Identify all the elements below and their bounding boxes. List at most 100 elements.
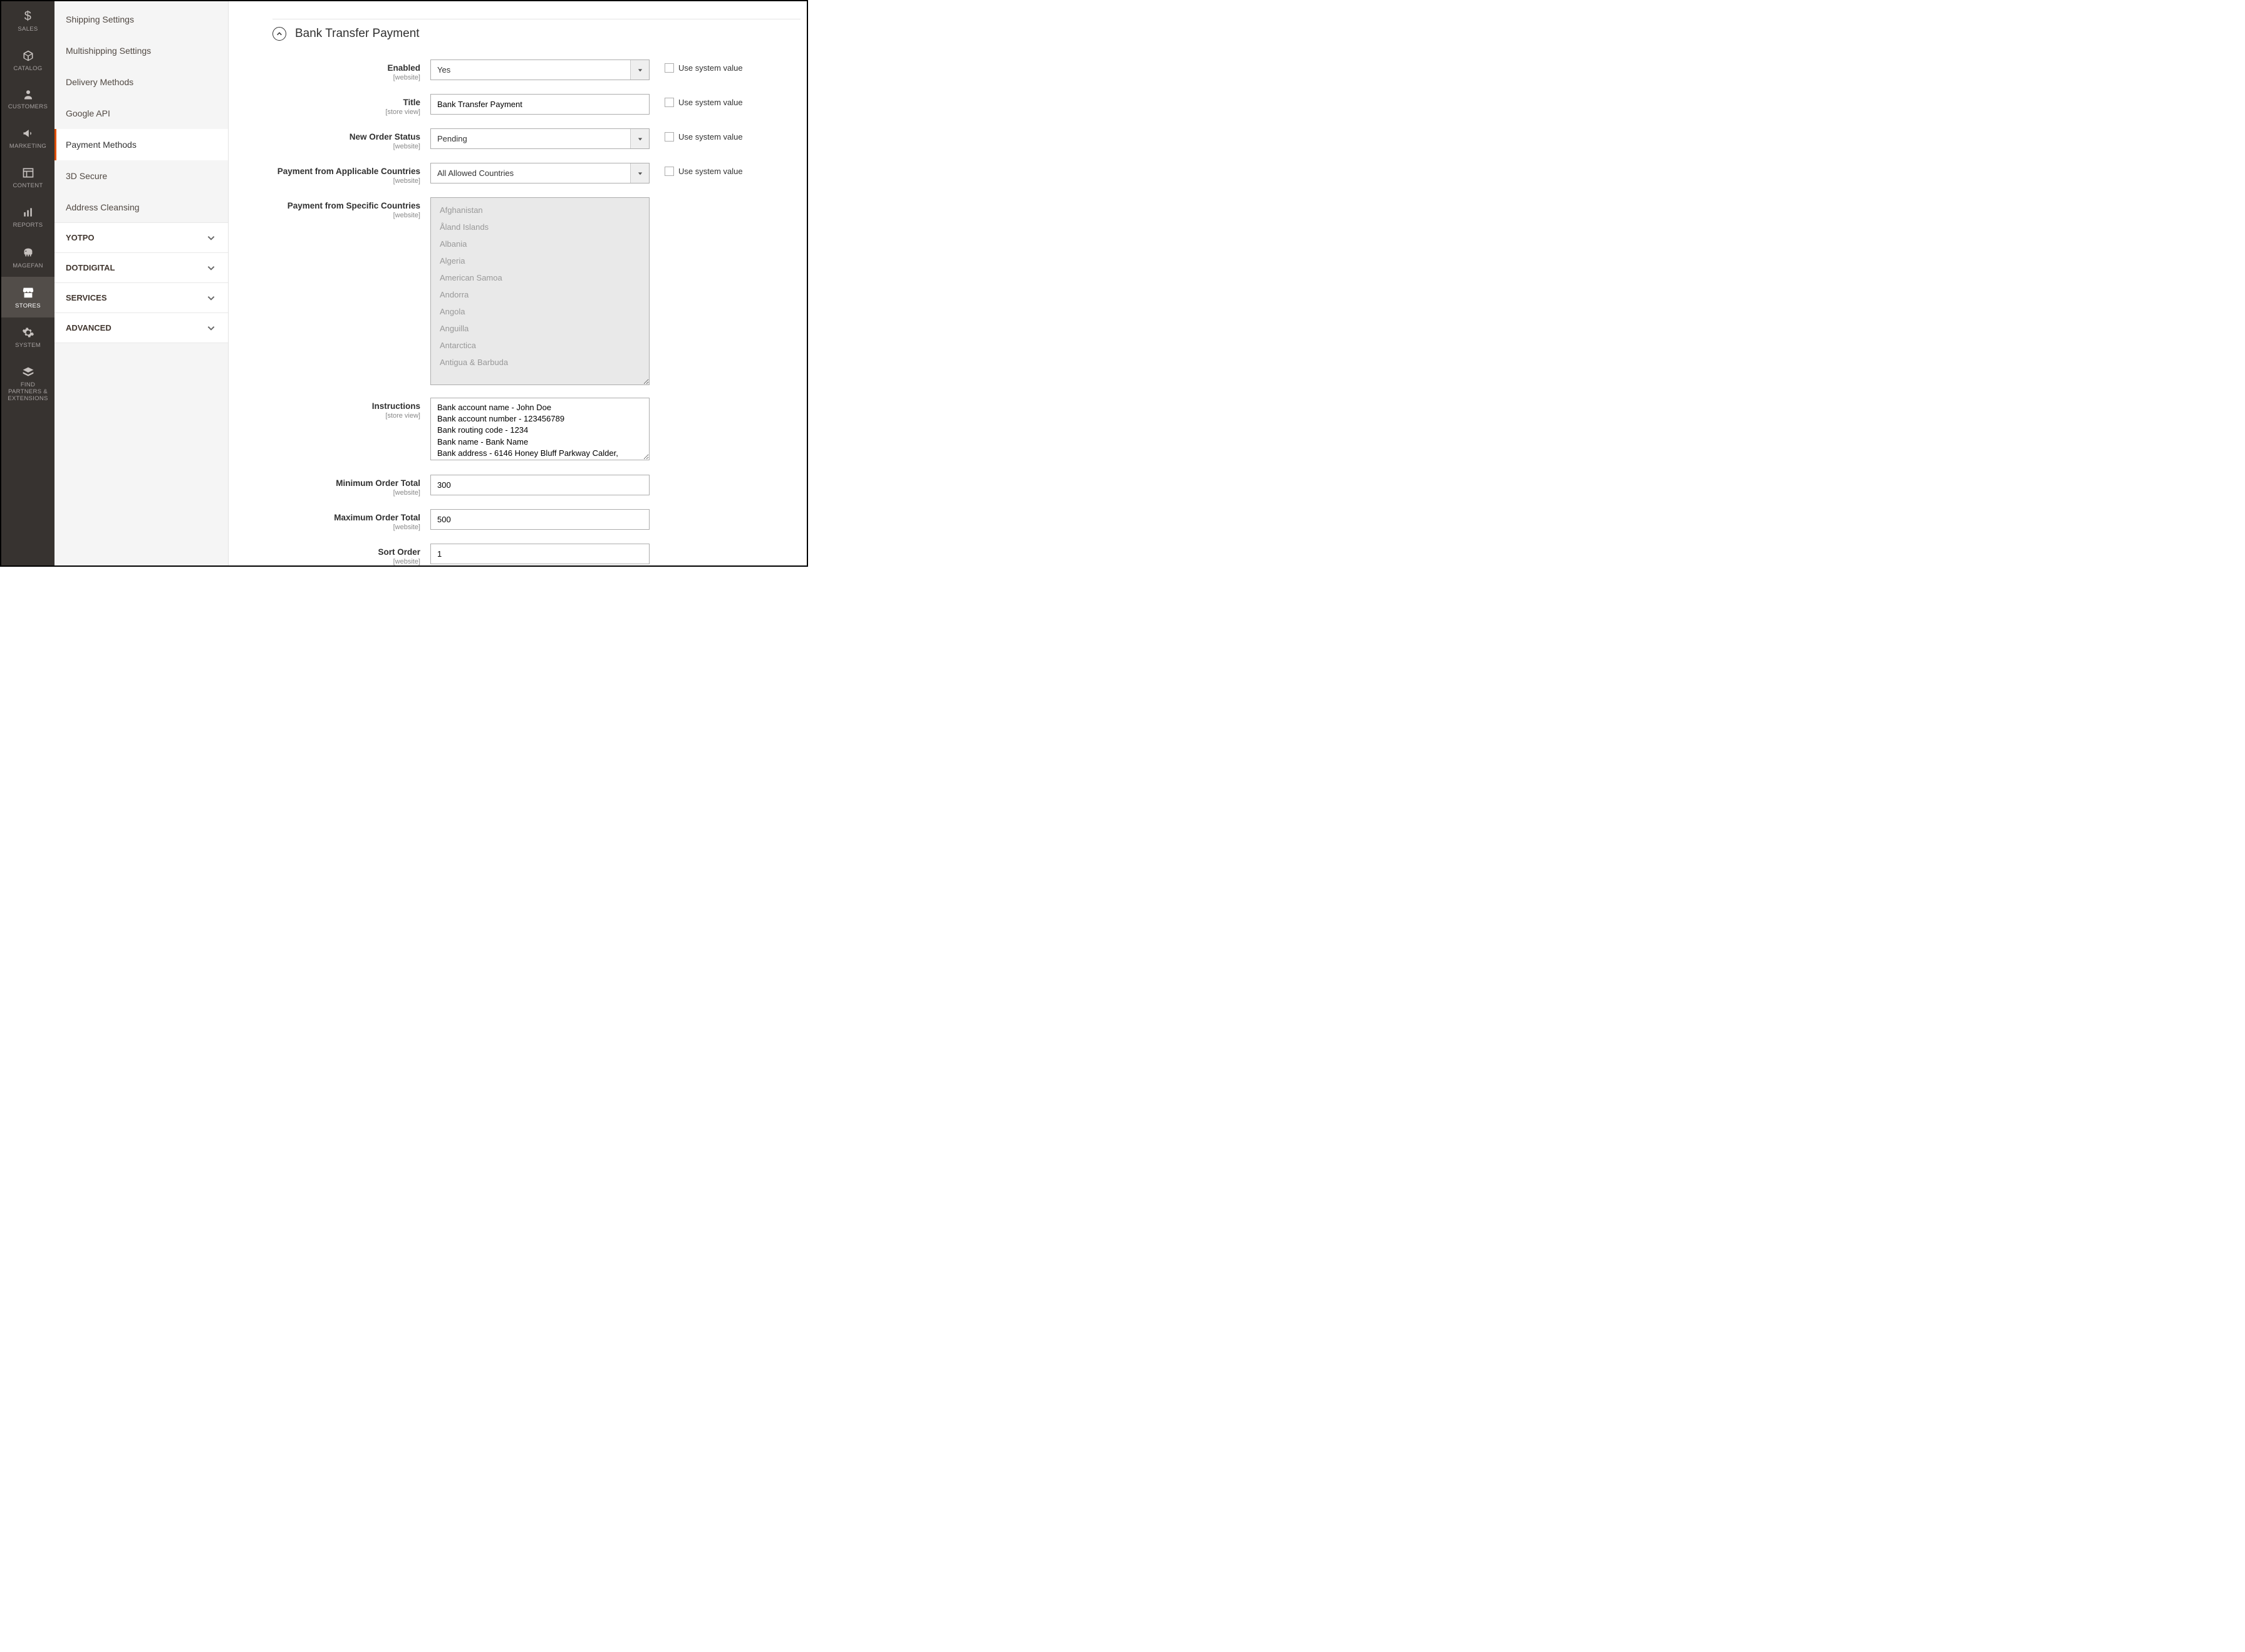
menu-address-cleansing[interactable]: Address Cleansing xyxy=(54,192,228,223)
field-max-order-total: Maximum Order Total [website] xyxy=(272,509,801,531)
min-order-input[interactable] xyxy=(430,475,650,495)
nav-label: MARKETING xyxy=(9,143,46,150)
field-scope: [website] xyxy=(272,212,420,219)
group-label: ADVANCED xyxy=(66,323,111,333)
field-scope: [website] xyxy=(272,177,420,185)
menu-multishipping-settings[interactable]: Multishipping Settings xyxy=(54,35,228,66)
nav-label: STORES xyxy=(15,303,41,310)
checkbox-icon xyxy=(665,132,674,142)
new-order-status-select[interactable]: Pending xyxy=(430,128,650,149)
field-label: Instructions xyxy=(272,401,420,411)
field-instructions: Instructions [store view] xyxy=(272,398,801,462)
country-option[interactable]: Albania xyxy=(431,235,649,252)
config-sidebar: Shipping Settings Multishipping Settings… xyxy=(54,1,229,565)
nav-label: FIND PARTNERS & EXTENSIONS xyxy=(4,382,52,403)
field-scope: [store view] xyxy=(272,108,420,116)
menu-3d-secure[interactable]: 3D Secure xyxy=(54,160,228,192)
use-system-value-checkbox[interactable]: Use system value xyxy=(665,132,743,142)
group-label: YOTPO xyxy=(66,233,95,242)
menu-delivery-methods[interactable]: Delivery Methods xyxy=(54,66,228,98)
nav-stores[interactable]: STORES xyxy=(1,277,54,317)
menu-shipping-settings[interactable]: Shipping Settings xyxy=(54,4,228,35)
bars-icon xyxy=(22,206,34,219)
field-scope: [website] xyxy=(272,74,420,81)
select-value: Yes xyxy=(431,65,630,75)
use-system-value-checkbox[interactable]: Use system value xyxy=(665,98,743,107)
specific-countries-multiselect[interactable]: AfghanistanÅland IslandsAlbaniaAlgeriaAm… xyxy=(430,197,650,385)
menu-google-api[interactable]: Google API xyxy=(54,98,228,129)
nav-content[interactable]: CONTENT xyxy=(1,158,54,197)
nav-find-partners[interactable]: FIND PARTNERS & EXTENSIONS xyxy=(1,357,54,410)
group-dotdigital[interactable]: DOTDIGITAL xyxy=(54,252,228,283)
nav-reports[interactable]: REPORTS xyxy=(1,197,54,237)
field-title: Title [store view] Use system value xyxy=(272,94,801,116)
field-scope: [website] xyxy=(272,524,420,531)
select-value: All Allowed Countries xyxy=(431,168,630,178)
country-option[interactable]: Åland Islands xyxy=(431,219,649,235)
dropdown-arrow-icon xyxy=(630,129,649,148)
field-enabled: Enabled [website] Yes Use system value xyxy=(272,59,801,81)
nav-label: SYSTEM xyxy=(15,343,41,349)
field-label: Maximum Order Total xyxy=(272,513,420,522)
chevron-down-icon xyxy=(207,294,215,302)
field-scope: [store view] xyxy=(272,412,420,420)
nav-label: CONTENT xyxy=(13,183,43,190)
instructions-textarea[interactable] xyxy=(430,398,650,460)
country-option[interactable]: Antigua & Barbuda xyxy=(431,354,649,371)
field-specific-countries: Payment from Specific Countries [website… xyxy=(272,197,801,385)
collapse-toggle[interactable] xyxy=(272,27,286,41)
nav-system[interactable]: SYSTEM xyxy=(1,317,54,357)
nav-label: CATALOG xyxy=(13,66,42,73)
nav-marketing[interactable]: MARKETING xyxy=(1,118,54,158)
group-yotpo[interactable]: YOTPO xyxy=(54,222,228,253)
country-option[interactable]: American Samoa xyxy=(431,269,649,286)
admin-nav: $ SALES CATALOG CUSTOMERS MARKETING CONT… xyxy=(1,1,54,565)
chevron-down-icon xyxy=(207,264,215,272)
field-label: New Order Status xyxy=(272,132,420,142)
country-option[interactable]: Anguilla xyxy=(431,320,649,337)
field-label: Payment from Specific Countries xyxy=(272,201,420,210)
sort-order-input[interactable] xyxy=(430,544,650,564)
country-option[interactable]: Angola xyxy=(431,303,649,320)
megaphone-icon xyxy=(22,127,34,140)
country-option[interactable]: Afghanistan xyxy=(431,202,649,219)
title-input[interactable] xyxy=(430,94,650,115)
chevron-down-icon xyxy=(207,234,215,242)
applicable-countries-select[interactable]: All Allowed Countries xyxy=(430,163,650,183)
field-scope: [website] xyxy=(272,143,420,150)
use-system-value-checkbox[interactable]: Use system value xyxy=(665,167,743,176)
max-order-input[interactable] xyxy=(430,509,650,530)
group-label: SERVICES xyxy=(66,293,107,302)
field-label: Minimum Order Total xyxy=(272,478,420,488)
country-option[interactable]: Algeria xyxy=(431,252,649,269)
field-label: Enabled xyxy=(272,63,420,73)
field-sort-order: Sort Order [website] xyxy=(272,544,801,565)
checkbox-label: Use system value xyxy=(678,98,743,107)
root-layout: $ SALES CATALOG CUSTOMERS MARKETING CONT… xyxy=(1,1,807,565)
nav-label: CUSTOMERS xyxy=(8,104,48,111)
country-option[interactable]: Antarctica xyxy=(431,337,649,354)
checkbox-label: Use system value xyxy=(678,132,743,142)
nav-label: SALES xyxy=(18,26,38,33)
group-advanced[interactable]: ADVANCED xyxy=(54,312,228,343)
field-scope: [website] xyxy=(272,558,420,565)
nav-customers[interactable]: CUSTOMERS xyxy=(1,80,54,118)
use-system-value-checkbox[interactable]: Use system value xyxy=(665,63,743,73)
field-applicable-countries: Payment from Applicable Countries [websi… xyxy=(272,163,801,185)
section-title: Bank Transfer Payment xyxy=(295,27,420,41)
gear-icon xyxy=(22,326,34,339)
nav-sales[interactable]: $ SALES xyxy=(1,1,54,41)
main-content: Bank Transfer Payment Enabled [website] … xyxy=(229,1,807,565)
group-services[interactable]: SERVICES xyxy=(54,282,228,313)
checkbox-icon xyxy=(665,167,674,176)
nav-magefan[interactable]: MAGEFAN xyxy=(1,237,54,277)
enabled-select[interactable]: Yes xyxy=(430,59,650,80)
country-option[interactable]: Andorra xyxy=(431,286,649,303)
chevron-down-icon xyxy=(207,324,215,333)
menu-payment-methods[interactable]: Payment Methods xyxy=(54,129,228,160)
field-new-order-status: New Order Status [website] Pending Use s… xyxy=(272,128,801,150)
storefront-icon xyxy=(21,286,35,299)
nav-label: REPORTS xyxy=(13,222,43,229)
nav-catalog[interactable]: CATALOG xyxy=(1,41,54,80)
nav-label: MAGEFAN xyxy=(13,263,43,270)
